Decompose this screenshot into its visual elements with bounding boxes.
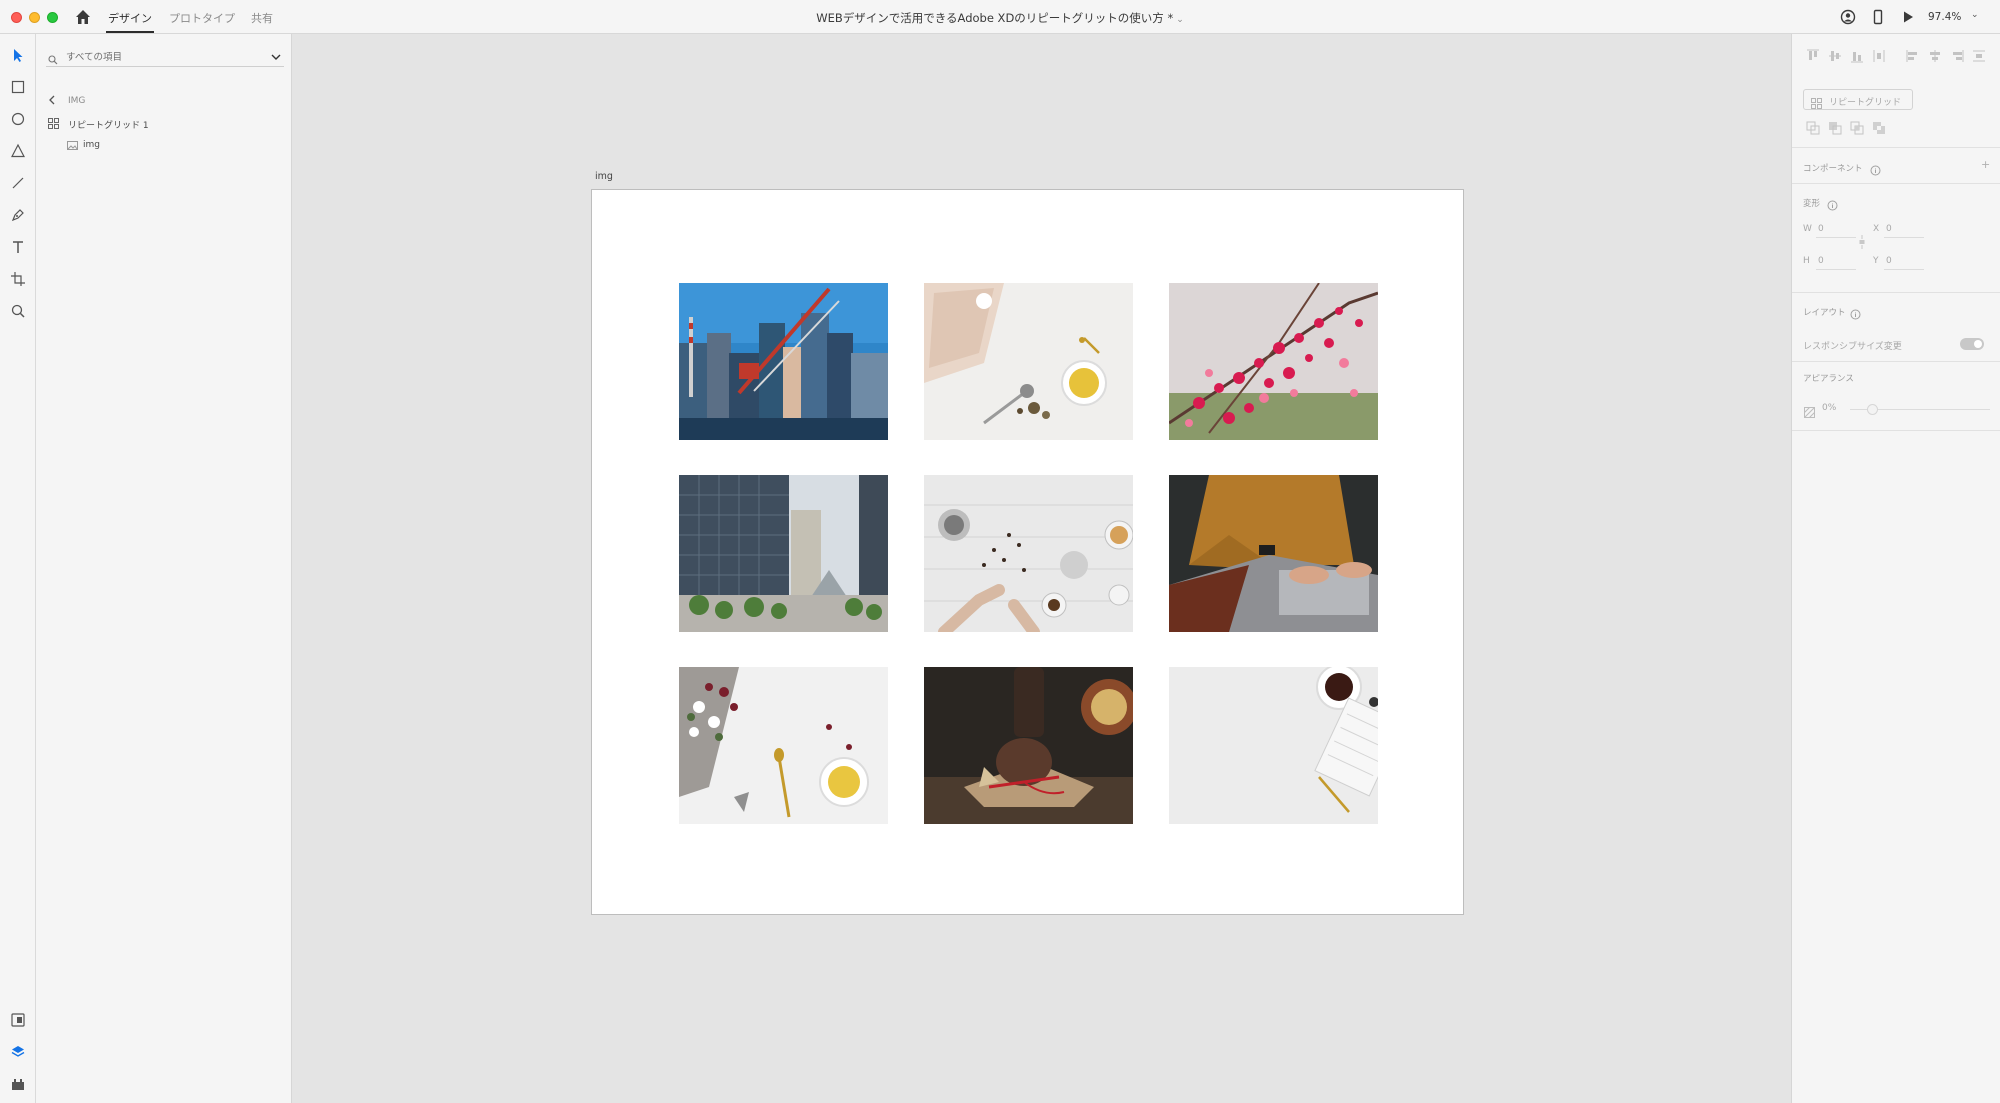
- breadcrumb-label: IMG: [68, 96, 86, 106]
- text-tool-icon[interactable]: [9, 238, 27, 256]
- opacity-slider-handle[interactable]: [1867, 404, 1878, 415]
- divider: [1792, 430, 2000, 431]
- line-tool-icon[interactable]: [9, 174, 27, 192]
- zoom-level[interactable]: 97.4%: [1928, 11, 1961, 23]
- height-field[interactable]: 0: [1818, 256, 1824, 266]
- align-middle-icon[interactable]: [1828, 48, 1842, 67]
- photo-tea-brewing-on-white-table[interactable]: [924, 475, 1133, 632]
- layers-panel-icon[interactable]: [9, 1043, 27, 1061]
- width-label: W: [1803, 224, 1812, 234]
- info-icon[interactable]: [1870, 161, 1881, 180]
- device-preview-icon[interactable]: [1870, 9, 1886, 25]
- ellipse-tool-icon[interactable]: [9, 110, 27, 128]
- subtract-icon[interactable]: [1828, 120, 1842, 139]
- exclude-overlap-icon[interactable]: [1872, 120, 1886, 139]
- add-component-icon[interactable]: +: [1981, 158, 1990, 171]
- repeat-grid-button[interactable]: リピートグリッド: [1803, 89, 1913, 110]
- union-icon[interactable]: [1806, 120, 1820, 139]
- distribute-horizontal-icon[interactable]: [1872, 48, 1886, 67]
- properties-panel: リピートグリッド コンポーネント + 変形 W 0 X 0 H 0 Y 0 レイ…: [1791, 34, 2000, 1103]
- photo-tea-cup-and-leaves-on-marble[interactable]: [924, 283, 1133, 440]
- layout-label: レイアウト: [1803, 308, 1846, 318]
- transform-label: 変形: [1803, 199, 1821, 209]
- height-field-underline: [1816, 269, 1856, 270]
- document-title[interactable]: WEBデザインで活用できるAdobe XDのリピートグリットの使い方 * ⌄: [0, 10, 2000, 26]
- photo-person-typing-on-laptop[interactable]: [1169, 475, 1378, 632]
- layers-panel: すべての項目 IMG リピートグリッド 1 img: [36, 34, 292, 1103]
- user-account-icon[interactable]: [1840, 9, 1856, 25]
- align-right-icon[interactable]: [1950, 48, 1964, 67]
- photo-glass-office-buildings[interactable]: [679, 475, 888, 632]
- tool-bar: [0, 34, 36, 1103]
- assets-panel-icon[interactable]: [9, 1011, 27, 1029]
- divider: [1792, 361, 2000, 362]
- x-field-underline: [1884, 237, 1924, 238]
- x-label: X: [1873, 224, 1880, 234]
- polygon-tool-icon[interactable]: [9, 142, 27, 160]
- zoom-tool-icon[interactable]: [9, 302, 27, 320]
- y-field[interactable]: 0: [1886, 256, 1892, 266]
- rectangle-tool-icon[interactable]: [9, 78, 27, 96]
- repeat-grid-icon: [48, 118, 59, 132]
- intersect-icon[interactable]: [1850, 120, 1864, 139]
- photo-flowers-and-yellow-tea[interactable]: [679, 667, 888, 824]
- appearance-label: アピアランス: [1803, 374, 1854, 384]
- image-icon: [67, 141, 78, 153]
- search-icon: [48, 50, 58, 69]
- play-preview-icon[interactable]: [1900, 9, 1916, 25]
- x-field[interactable]: 0: [1886, 224, 1892, 234]
- align-left-icon[interactable]: [1906, 48, 1920, 67]
- toggle-knob: [1974, 340, 1982, 348]
- lock-aspect-icon[interactable]: [1858, 234, 1866, 253]
- component-label: コンポーネント: [1803, 164, 1863, 174]
- distribute-vertical-icon[interactable]: [1972, 48, 1986, 67]
- layer-search[interactable]: すべての項目: [46, 45, 284, 67]
- align-top-icon[interactable]: [1806, 48, 1820, 67]
- pen-tool-icon[interactable]: [9, 206, 27, 224]
- chevron-down-icon: ⌄: [1176, 15, 1184, 25]
- layer-label: リピートグリッド 1: [68, 121, 149, 131]
- photo-chocolate-muffin-with-ribbon[interactable]: [924, 667, 1133, 824]
- align-bottom-icon[interactable]: [1850, 48, 1864, 67]
- opacity-field[interactable]: 0%: [1822, 403, 1836, 413]
- divider: [1792, 292, 2000, 293]
- chevron-down-icon[interactable]: [270, 48, 282, 67]
- artboard-label[interactable]: img: [595, 171, 613, 182]
- width-field[interactable]: 0: [1818, 224, 1824, 234]
- photo-city-construction-cranes[interactable]: [679, 283, 888, 440]
- plugins-panel-icon[interactable]: [9, 1075, 27, 1093]
- active-tab-indicator: [106, 31, 154, 33]
- photo-white-keyboard-and-coffee[interactable]: [1169, 667, 1378, 824]
- layer-label: img: [83, 140, 100, 150]
- responsive-resize-toggle[interactable]: [1960, 338, 1984, 350]
- canvas[interactable]: img: [292, 34, 1791, 1103]
- align-center-icon[interactable]: [1928, 48, 1942, 67]
- chevron-left-icon[interactable]: [48, 95, 56, 108]
- repeat-grid-label: リピートグリッド: [1829, 98, 1902, 108]
- divider: [1792, 147, 2000, 148]
- document-title-text: WEBデザインで活用できるAdobe XDのリピートグリットの使い方 *: [816, 11, 1174, 25]
- info-icon[interactable]: [1850, 305, 1861, 324]
- height-label: H: [1803, 256, 1810, 266]
- width-field-underline: [1816, 237, 1856, 238]
- zoom-chevron-icon[interactable]: ⌄: [1971, 10, 1979, 20]
- artboard-tool-icon[interactable]: [9, 270, 27, 288]
- info-icon[interactable]: [1827, 196, 1838, 215]
- repeat-grid-icon: [1811, 94, 1822, 113]
- title-bar: デザイン プロトタイプ 共有 WEBデザインで活用できるAdobe XDのリピー…: [0, 0, 2000, 34]
- select-tool-icon[interactable]: [9, 46, 27, 64]
- opacity-icon: [1804, 403, 1815, 422]
- photo-pink-blossom-branches[interactable]: [1169, 283, 1378, 440]
- y-field-underline: [1884, 269, 1924, 270]
- search-filter-text: すべての項目: [66, 52, 122, 63]
- artboard[interactable]: [591, 189, 1464, 915]
- divider: [1792, 183, 2000, 184]
- y-label: Y: [1873, 256, 1879, 266]
- responsive-resize-label: レスポンシブサイズ変更: [1803, 342, 1902, 352]
